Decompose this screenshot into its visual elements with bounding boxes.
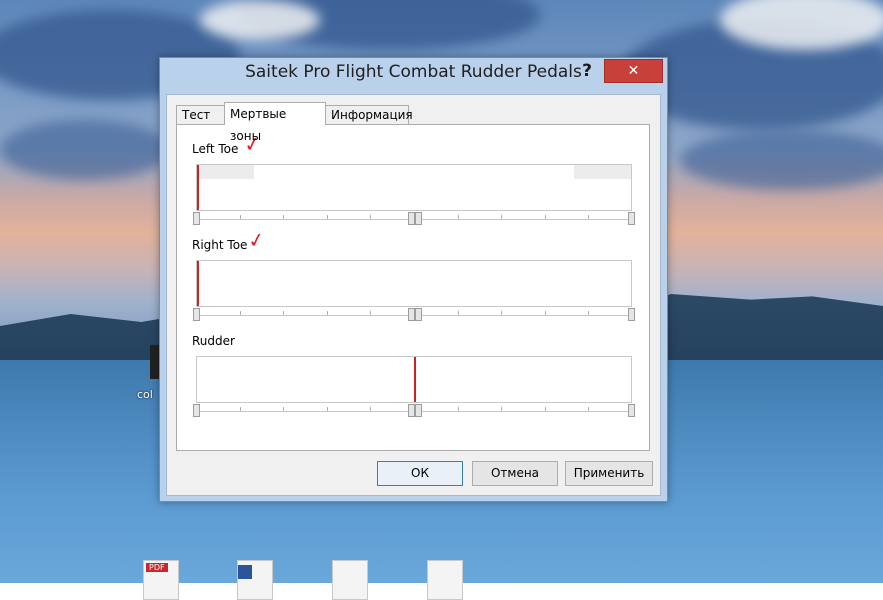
axis-label-rudder: Rudder [192, 334, 235, 348]
apply-button[interactable]: Применить [565, 461, 653, 486]
slider-tick [501, 407, 502, 411]
ok-button[interactable]: ОК [377, 461, 463, 486]
slider-thumb-center-right[interactable] [415, 308, 422, 321]
red-check-annotation: ✓ [246, 226, 267, 254]
current-position-marker [197, 261, 199, 306]
axis-range-right-toe [196, 260, 632, 307]
close-icon: ✕ [627, 63, 640, 79]
sky-cloud [200, 0, 320, 40]
tab-information[interactable]: Информация [325, 105, 413, 124]
slider-tick [588, 215, 589, 219]
slider-tick [283, 215, 284, 219]
slider-thumb-max[interactable] [628, 308, 635, 321]
slider-thumb-max[interactable] [628, 404, 635, 417]
slider-tick [370, 311, 371, 315]
text-file-icon[interactable] [427, 560, 463, 600]
properties-dialog: Saitek Pro Flight Combat Rudder Pedals ?… [159, 57, 668, 502]
slider-tick [370, 215, 371, 219]
slider-tick [327, 311, 328, 315]
slider-tick [501, 215, 502, 219]
pdf-file-icon[interactable]: PDF [143, 560, 179, 600]
slider-tick [458, 407, 459, 411]
word-badge-icon [238, 565, 252, 579]
dead-zone-slider-rudder[interactable] [193, 404, 635, 417]
dialog-client-area: Тест Мертвые зоны Информация Left Toe ✓ [166, 94, 661, 496]
slider-thumb-center-right[interactable] [415, 404, 422, 417]
tab-dead-zones[interactable]: Мертвые зоны [224, 102, 326, 143]
tab-label: Информация [331, 108, 413, 122]
slider-thumb-center-right[interactable] [415, 212, 422, 225]
sky-cloud [680, 130, 883, 190]
slider-thumb-min[interactable] [193, 404, 200, 417]
text-file-icon[interactable] [332, 560, 368, 600]
slider-thumb-min[interactable] [193, 308, 200, 321]
slider-tick [240, 215, 241, 219]
dead-zones-panel: Left Toe ✓ [176, 124, 650, 451]
sky-cloud [0, 120, 170, 180]
slider-tick [588, 407, 589, 411]
pdf-badge: PDF [146, 563, 168, 572]
axis-label-right-toe: Right Toe [192, 238, 248, 252]
tab-test[interactable]: Тест [176, 105, 225, 124]
axis-range-left-toe [196, 164, 632, 211]
slider-tick [588, 311, 589, 315]
slider-tick [545, 311, 546, 315]
slider-tick [240, 311, 241, 315]
desktop-icon-label[interactable]: col [137, 388, 153, 401]
slider-thumb-max[interactable] [628, 212, 635, 225]
dead-zone-slider-left-toe[interactable] [193, 212, 635, 225]
slider-tick [327, 407, 328, 411]
tab-label: Тест [182, 108, 211, 122]
word-file-icon[interactable] [237, 560, 273, 600]
slider-thumb-center-left[interactable] [408, 212, 415, 225]
current-position-marker [197, 165, 199, 210]
cancel-button[interactable]: Отмена [472, 461, 558, 486]
slider-thumb-min[interactable] [193, 212, 200, 225]
slider-tick [240, 407, 241, 411]
slider-tick [545, 407, 546, 411]
slider-tick [458, 311, 459, 315]
help-button[interactable]: ? [576, 60, 598, 82]
upper-dead-zone [574, 165, 631, 179]
lower-dead-zone [197, 165, 254, 179]
slider-tick [327, 215, 328, 219]
slider-thumb-center-left[interactable] [408, 404, 415, 417]
slider-thumb-center-left[interactable] [408, 308, 415, 321]
slider-tick [458, 215, 459, 219]
slider-tick [545, 215, 546, 219]
current-position-marker [414, 357, 416, 402]
slider-tick [283, 407, 284, 411]
slider-tick [370, 407, 371, 411]
axis-range-rudder [196, 356, 632, 403]
slider-tick [283, 311, 284, 315]
close-button[interactable]: ✕ [604, 59, 663, 83]
slider-tick [501, 311, 502, 315]
dead-zone-slider-right-toe[interactable] [193, 308, 635, 321]
